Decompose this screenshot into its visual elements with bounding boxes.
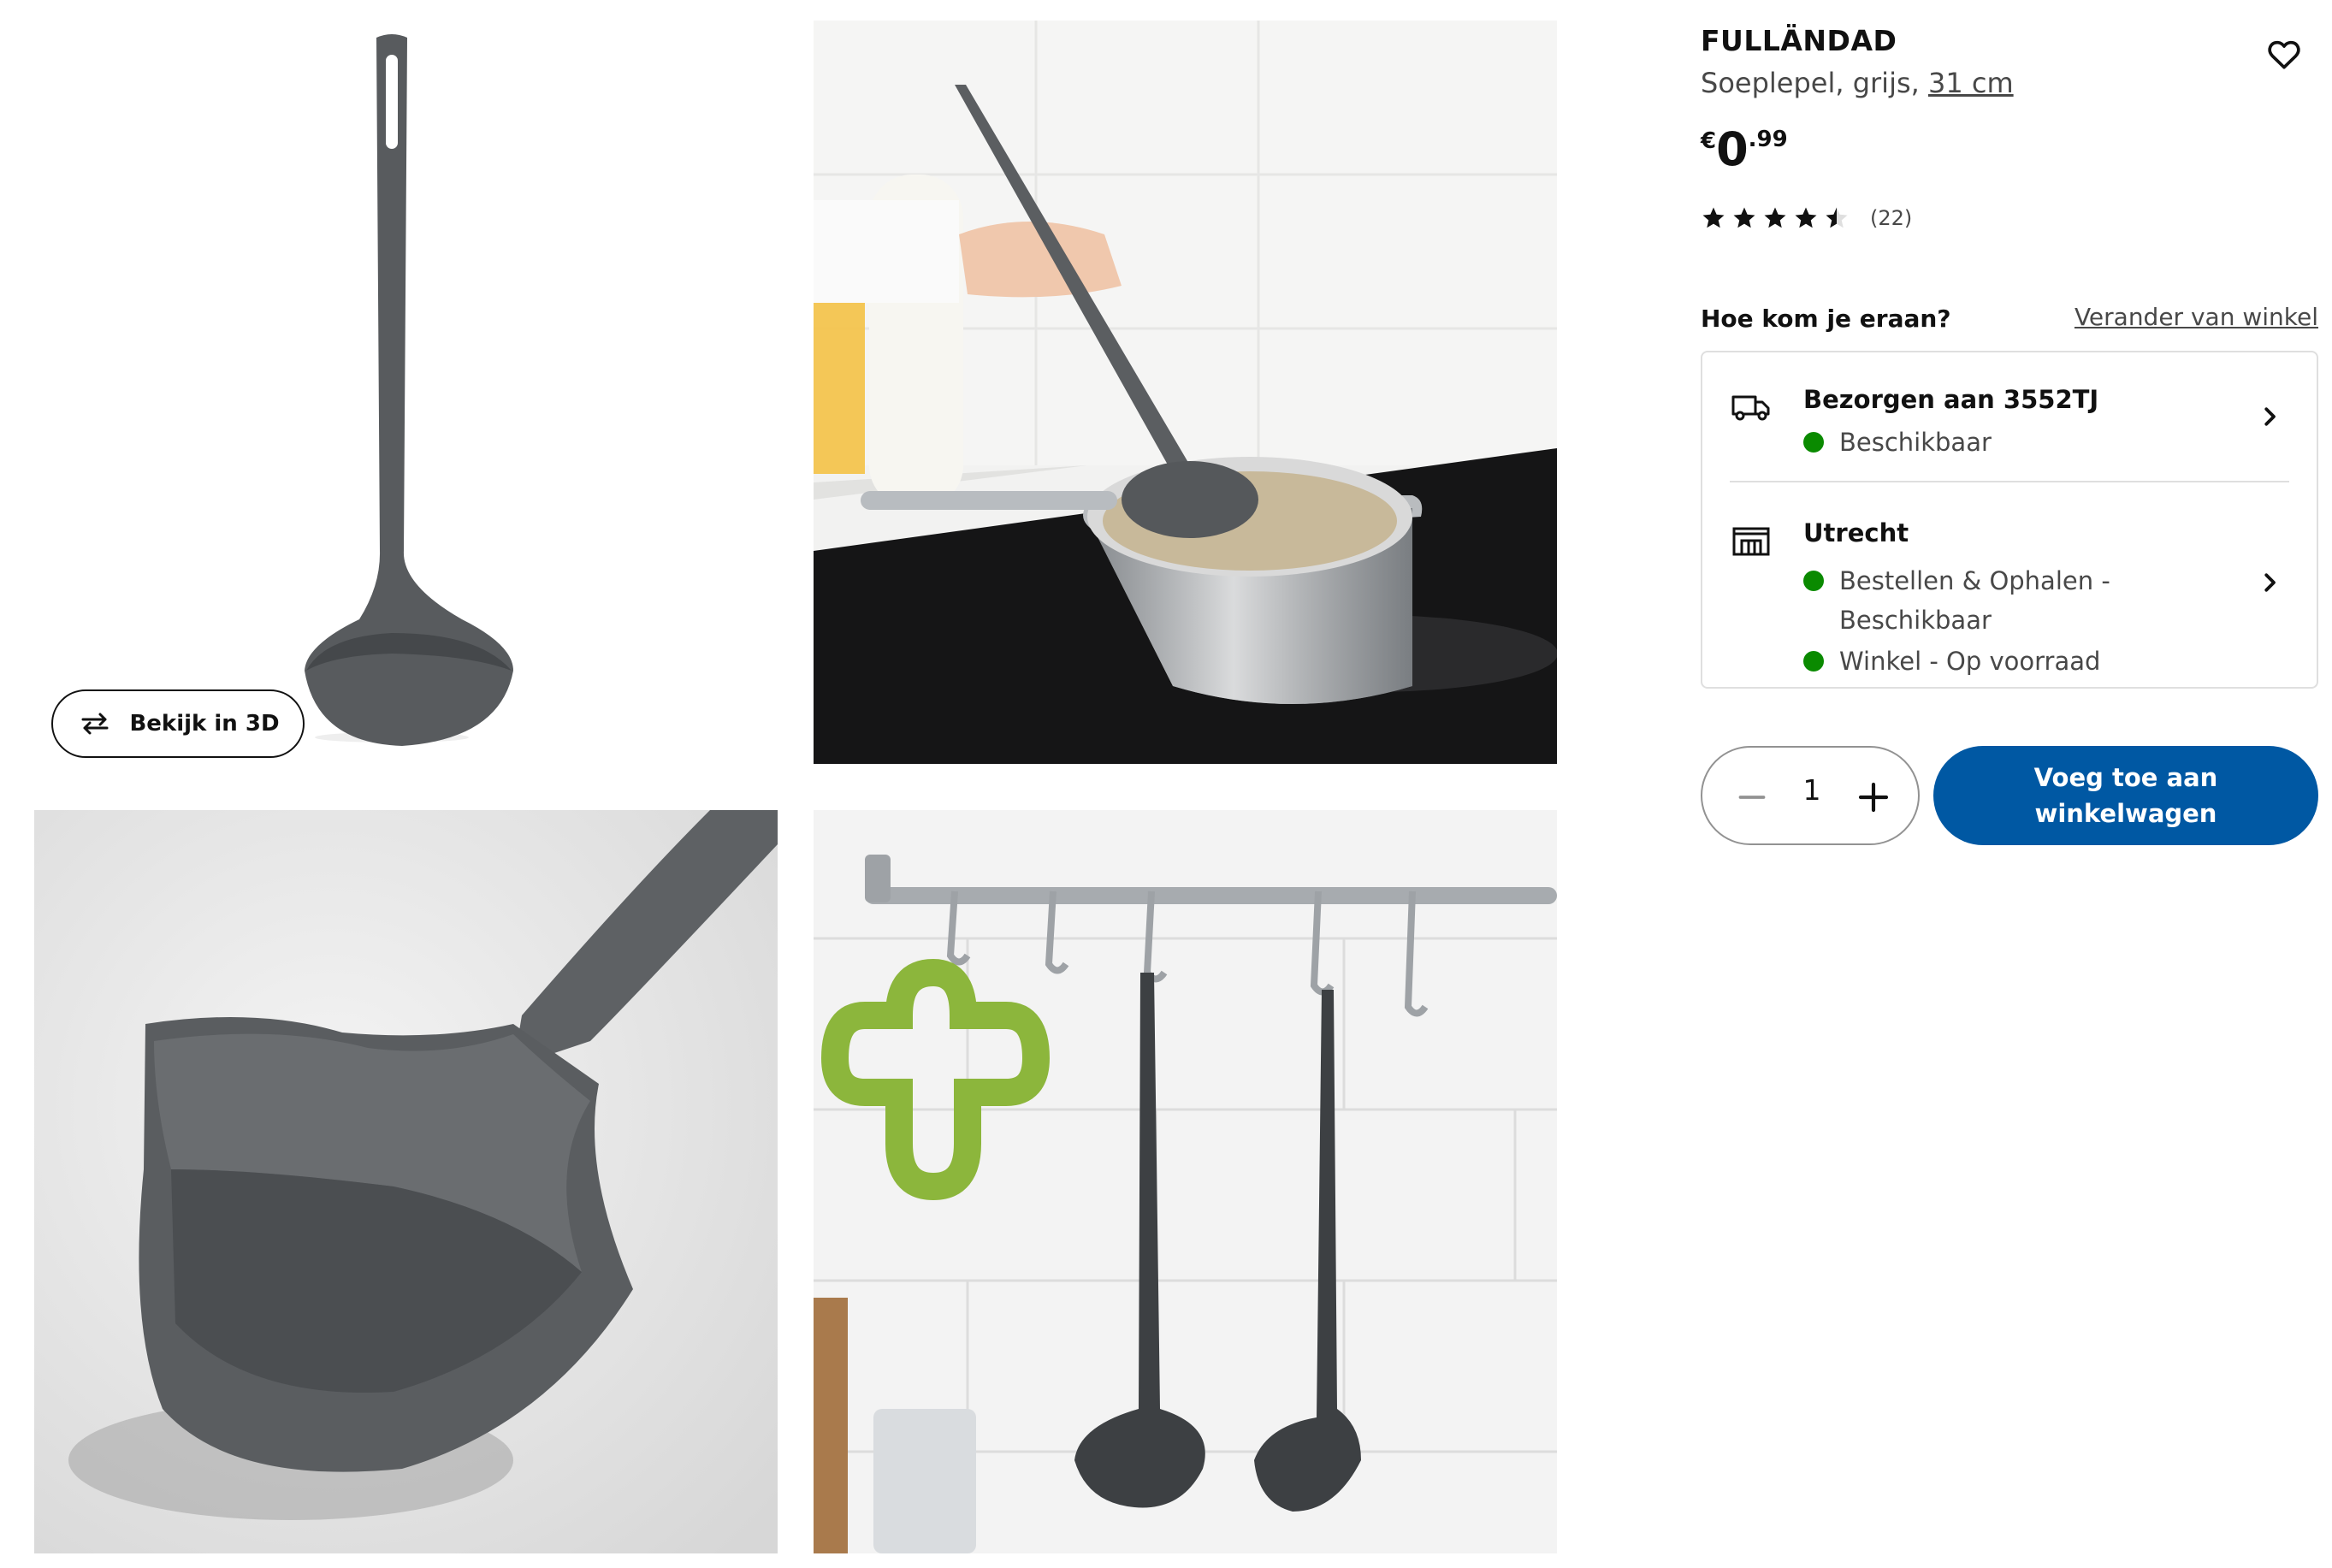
product-image-main[interactable] [34, 21, 778, 764]
change-store-link[interactable]: Verander van winkel [2075, 303, 2318, 331]
minus-icon[interactable] [1737, 782, 1767, 813]
product-description-text: Soeplepel, grijs, [1701, 67, 1920, 99]
ladle-in-pot-image [814, 21, 1557, 764]
truck-icon [1731, 395, 1770, 421]
delivery-status-text: Beschikbaar [1839, 428, 1992, 457]
product-image-in-use[interactable] [814, 21, 1557, 764]
store-status-click-collect: Bestellen & Ophalen - Beschikbaar [1803, 561, 2111, 640]
price-integer: 0 [1716, 122, 1749, 176]
delivery-title: Bezorgen aan 3552TJ [1803, 385, 2099, 414]
product-size-link[interactable]: 31 cm [1928, 67, 2014, 99]
view-in-3d-label: Bekijk in 3D [129, 711, 280, 737]
store-status-text: Bestellen & Ophalen - Beschikbaar [1839, 566, 2110, 635]
view-in-3d-button[interactable]: Bekijk in 3D [51, 689, 305, 758]
ladle-on-rail-image [814, 810, 1557, 1553]
star-full-icon [1764, 207, 1786, 228]
heart-icon[interactable] [2265, 36, 2303, 74]
star-full-icon [1702, 207, 1725, 228]
star-full-icon [1795, 207, 1817, 228]
delivery-status: Beschikbaar [1803, 423, 1992, 462]
store-status-text: Winkel - Op voorraad [1839, 647, 2101, 676]
product-name: FULLÄNDAD [1701, 24, 1897, 57]
store-status-in-store: Winkel - Op voorraad [1803, 642, 2100, 681]
add-to-cart-button[interactable]: Voeg toe aan winkelwagen [1933, 746, 2318, 845]
chevron-right-icon [2264, 573, 2276, 592]
delivery-option[interactable]: Bezorgen aan 3552TJ Beschikbaar [1702, 352, 2317, 481]
store-title: Utrecht [1803, 518, 1909, 547]
store-icon [1732, 527, 1770, 556]
star-half-icon [1826, 207, 1848, 228]
ladle-closeup-image [34, 810, 778, 1553]
product-description: Soeplepel, grijs, 31 cm [1701, 67, 2014, 99]
star-full-icon [1733, 207, 1755, 228]
add-to-cart-label: Voeg toe aan winkelwagen [2033, 763, 2218, 828]
rating-count: (22) [1870, 206, 1913, 230]
product-image-rail[interactable] [814, 810, 1557, 1553]
quantity-stepper[interactable]: 1 [1701, 746, 1920, 845]
price-decimals: .99 [1748, 127, 1788, 152]
store-option[interactable]: Utrecht Bestellen & Ophalen - Beschikbaa… [1702, 482, 2317, 688]
status-dot [1803, 432, 1824, 453]
rotate-3d-icon [81, 713, 109, 735]
price-currency: € [1701, 128, 1717, 154]
chevron-right-icon [2264, 407, 2276, 426]
product-price: € 0 .99 [1701, 120, 1788, 173]
product-image-closeup[interactable] [34, 810, 778, 1553]
status-dot [1803, 571, 1824, 591]
ladle-image [34, 21, 778, 764]
plus-icon[interactable] [1856, 780, 1891, 814]
availability-box: Bezorgen aan 3552TJ Beschikbaar Utrecht … [1701, 351, 2318, 689]
availability-heading: Hoe kom je eraan? [1701, 305, 1951, 333]
status-dot [1803, 651, 1824, 672]
rating-stars[interactable]: (22) [1701, 205, 1912, 231]
quantity-value[interactable]: 1 [1786, 773, 1838, 807]
